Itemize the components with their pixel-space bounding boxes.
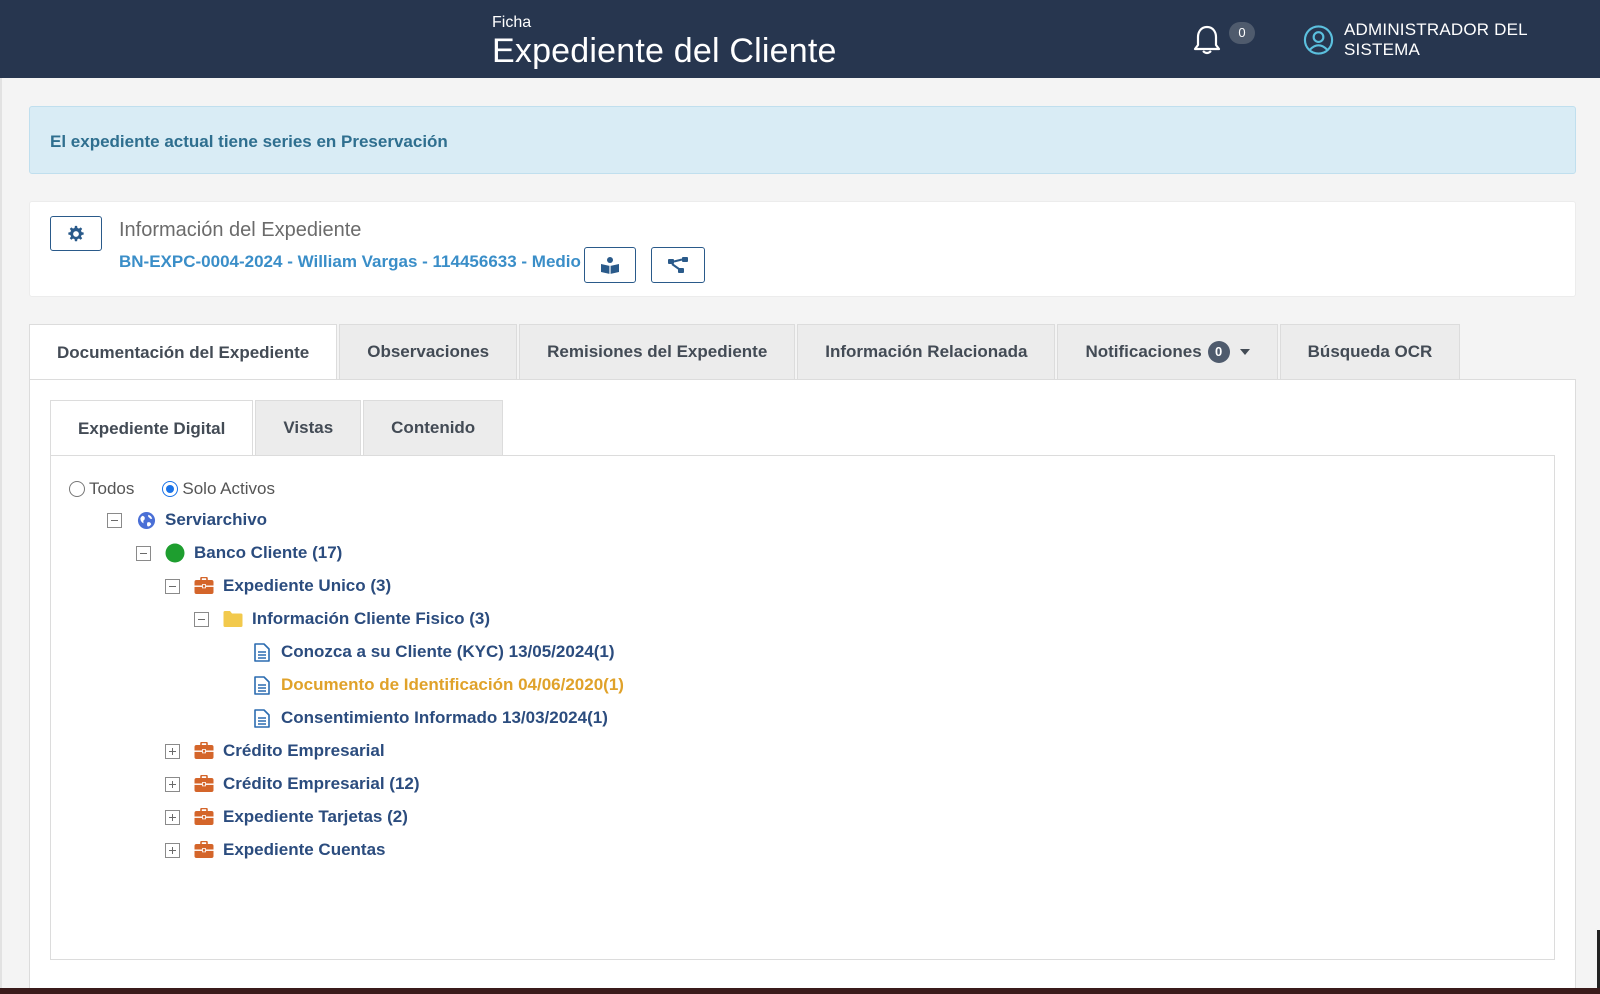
tree-node-consentimiento-document: Consentimiento Informado 13/03/2024(1) bbox=[252, 703, 608, 733]
subtab-vistas[interactable]: Vistas bbox=[255, 400, 362, 455]
alert-message: El expediente actual tiene series en Pre… bbox=[50, 132, 448, 151]
tab-notificaciones[interactable]: Notificaciones 0 bbox=[1057, 324, 1278, 379]
tree-node-credito-empresarial-12: Crédito Empresarial (12) bbox=[165, 769, 420, 799]
radio-solo-activos-control[interactable] bbox=[162, 481, 179, 497]
document-icon bbox=[252, 675, 272, 695]
tree-node-label[interactable]: Consentimiento Informado 13/03/2024(1) bbox=[281, 708, 608, 728]
reader-icon bbox=[601, 257, 619, 274]
briefcase-icon bbox=[194, 774, 214, 794]
briefcase-icon bbox=[194, 741, 214, 761]
subtab-contenido[interactable]: Contenido bbox=[363, 400, 504, 455]
tab-busqueda-ocr[interactable]: Búsqueda OCR bbox=[1279, 324, 1461, 379]
document-icon bbox=[252, 642, 272, 662]
tree-node-label[interactable]: Banco Cliente (17) bbox=[194, 543, 342, 563]
expediente-link[interactable]: BN-EXPC-0004-2024 - William Vargas - 114… bbox=[119, 252, 581, 272]
open-book-button[interactable] bbox=[584, 247, 636, 283]
tree-node-label[interactable]: Expediente Cuentas bbox=[223, 840, 386, 860]
sub-tabs: Expediente Digital Vistas Contenido bbox=[50, 400, 505, 456]
hierarchy-button[interactable] bbox=[651, 247, 705, 283]
sitemap-icon bbox=[668, 257, 688, 273]
tree-node-label[interactable]: Expediente Tarjetas (2) bbox=[223, 807, 408, 827]
tree-node-expediente-unico: Expediente Unico (3) bbox=[165, 571, 391, 601]
expediente-info-card bbox=[29, 201, 1576, 297]
main-tabs: Documentación del Expediente Observacion… bbox=[29, 324, 1462, 380]
settings-button[interactable] bbox=[50, 216, 102, 251]
collapse-toggle[interactable] bbox=[136, 545, 151, 561]
notificaciones-badge: 0 bbox=[1207, 341, 1230, 363]
subtab-expediente-digital[interactable]: Expediente Digital bbox=[50, 400, 254, 456]
notifications-count-badge: 0 bbox=[1229, 22, 1255, 44]
bell-icon[interactable] bbox=[1192, 24, 1222, 56]
tree-node-label[interactable]: Crédito Empresarial (12) bbox=[223, 774, 420, 794]
status-filter: Todos Solo Activos bbox=[69, 479, 303, 499]
tab-remisiones[interactable]: Remisiones del Expediente bbox=[519, 324, 796, 379]
tab-observaciones[interactable]: Observaciones bbox=[339, 324, 518, 379]
briefcase-icon bbox=[194, 807, 214, 827]
globe-icon bbox=[136, 510, 156, 530]
page-title: Expediente del Cliente bbox=[492, 32, 837, 70]
preservation-alert: El expediente actual tiene series en Pre… bbox=[29, 106, 1576, 174]
tree-node-label[interactable]: Crédito Empresarial bbox=[223, 741, 385, 761]
briefcase-icon bbox=[194, 576, 214, 596]
caret-down-icon bbox=[1239, 349, 1250, 355]
tab-informacion-relacionada[interactable]: Información Relacionada bbox=[797, 324, 1056, 379]
expand-toggle[interactable] bbox=[165, 809, 180, 825]
page-subtitle: Ficha bbox=[492, 14, 532, 31]
tab-documentacion[interactable]: Documentación del Expediente bbox=[29, 324, 338, 380]
radio-solo-activos[interactable]: Solo Activos bbox=[162, 479, 275, 499]
tree-node-label[interactable]: Serviarchivo bbox=[165, 510, 267, 530]
tree-node-expediente-cuentas: Expediente Cuentas bbox=[165, 835, 386, 865]
tree-node-serviarchivo: Serviarchivo bbox=[107, 505, 267, 535]
collapse-toggle[interactable] bbox=[107, 512, 122, 528]
tree-node-label[interactable]: Información Cliente Fisico (3) bbox=[252, 609, 490, 629]
tree-node-label[interactable]: Documento de Identificación 04/06/2020(1… bbox=[281, 675, 624, 695]
gear-icon bbox=[68, 225, 84, 241]
tree-node-credito-empresarial: Crédito Empresarial bbox=[165, 736, 385, 766]
briefcase-icon bbox=[194, 840, 214, 860]
radio-todos[interactable]: Todos bbox=[69, 479, 134, 499]
tree-node-informacion-cliente-fisico: Información Cliente Fisico (3) bbox=[194, 604, 490, 634]
user-menu[interactable]: ADMINISTRADOR DEL SISTEMA bbox=[1303, 20, 1600, 59]
tree-node-label[interactable]: Expediente Unico (3) bbox=[223, 576, 391, 596]
collapse-toggle[interactable] bbox=[165, 578, 180, 594]
document-icon bbox=[252, 708, 272, 728]
user-circle-icon bbox=[1303, 25, 1334, 55]
radio-todos-control[interactable] bbox=[69, 481, 85, 497]
expand-toggle[interactable] bbox=[165, 776, 180, 792]
expand-toggle[interactable] bbox=[165, 842, 180, 858]
tree-node-label[interactable]: Conozca a su Cliente (KYC) 13/05/2024(1) bbox=[281, 642, 615, 662]
info-heading: Información del Expediente bbox=[119, 219, 362, 241]
bottom-strip bbox=[0, 988, 1600, 994]
tree-node-expediente-tarjetas: Expediente Tarjetas (2) bbox=[165, 802, 408, 832]
green-dot-icon bbox=[165, 543, 185, 563]
expand-toggle[interactable] bbox=[165, 743, 180, 759]
folder-icon bbox=[223, 609, 243, 629]
tree-node-identificacion-document: Documento de Identificación 04/06/2020(1… bbox=[252, 670, 624, 700]
collapse-toggle[interactable] bbox=[194, 611, 209, 627]
tree-node-kyc-document: Conozca a su Cliente (KYC) 13/05/2024(1) bbox=[252, 637, 615, 667]
user-name: ADMINISTRADOR DEL SISTEMA bbox=[1344, 20, 1528, 59]
tree-node-banco-cliente: Banco Cliente (17) bbox=[136, 538, 342, 568]
frame-border bbox=[0, 78, 2, 994]
